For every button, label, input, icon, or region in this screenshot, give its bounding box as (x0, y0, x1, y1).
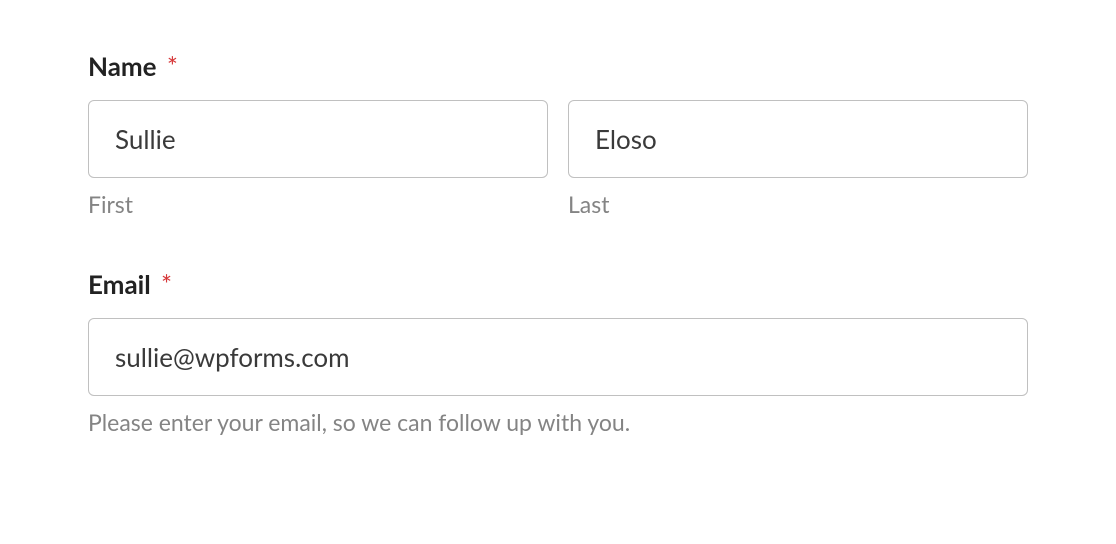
email-label-text: Email (88, 268, 151, 300)
last-name-sublabel: Last (568, 190, 1028, 218)
name-label: Name * (88, 50, 1028, 82)
last-name-col: Last (568, 100, 1028, 218)
first-name-col: First (88, 100, 548, 218)
email-description: Please enter your email, so we can follo… (88, 408, 1028, 436)
name-field-group: Name * First Last (88, 50, 1028, 218)
first-name-input[interactable] (88, 100, 548, 178)
email-label: Email * (88, 268, 1028, 300)
first-name-sublabel: First (88, 190, 548, 218)
required-asterisk: * (167, 50, 178, 82)
last-name-input[interactable] (568, 100, 1028, 178)
name-row: First Last (88, 100, 1028, 218)
email-field-group: Email * Please enter your email, so we c… (88, 268, 1028, 436)
required-asterisk: * (161, 268, 172, 300)
name-label-text: Name (88, 50, 157, 82)
email-input[interactable] (88, 318, 1028, 396)
